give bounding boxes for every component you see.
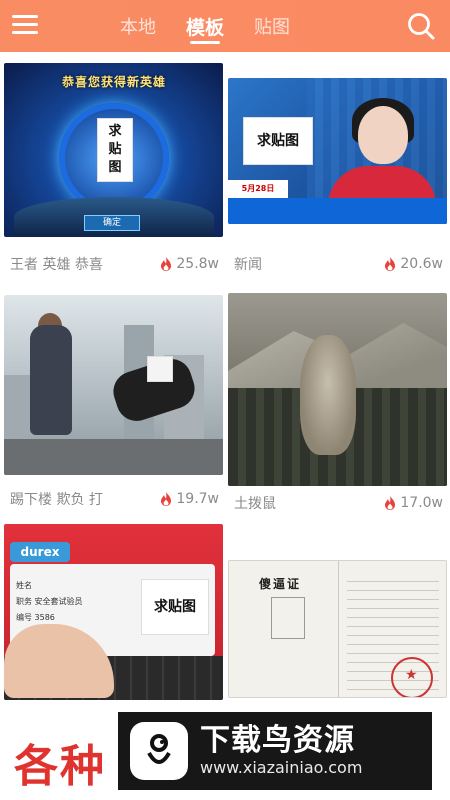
template-thumbnail[interactable]: 恭喜您获得新英雄 求 贴 图 确定 <box>4 63 223 237</box>
top-bar: 本地 模板 贴图 <box>0 0 450 52</box>
menu-line <box>12 31 38 34</box>
template-card[interactable]: 傻逼证 <box>228 560 447 698</box>
hot-count-value: 19.7w <box>176 491 219 507</box>
hot-count: 19.7w <box>160 491 219 507</box>
template-meta: 土拨鼠 17.0w <box>228 486 447 519</box>
template-meta: 王者 英雄 恭喜 25.8w <box>4 237 223 291</box>
template-card[interactable]: durex 姓名 职务 安全套试验员 编号 3586 求贴图 <box>4 524 223 700</box>
bird-logo-icon <box>130 722 188 780</box>
search-icon[interactable] <box>406 11 436 41</box>
hot-count-value: 20.6w <box>400 256 443 272</box>
certificate-title: 傻逼证 <box>259 577 302 591</box>
template-title: 踢下楼 欺负 打 <box>10 492 103 508</box>
thumbnail-ok-text: 确定 <box>84 215 140 231</box>
hot-count-value: 17.0w <box>400 494 443 511</box>
thumbnail-banner-text: 恭喜您获得新英雄 <box>61 75 166 89</box>
template-thumbnail[interactable]: 傻逼证 <box>228 560 447 698</box>
section-title: 各种 <box>14 741 106 792</box>
sticker-placeholder: 求贴图 <box>142 580 208 634</box>
template-thumbnail[interactable] <box>4 295 223 475</box>
news-lower-third <box>228 198 447 224</box>
tab-templates[interactable]: 模板 <box>186 0 224 52</box>
menu-line <box>12 23 38 26</box>
template-title: 王者 英雄 恭喜 <box>10 257 103 273</box>
menu-icon[interactable] <box>12 15 38 37</box>
hot-count-value: 25.8w <box>176 256 219 272</box>
template-thumbnail[interactable] <box>228 293 447 486</box>
watermark-title: 下载鸟资源 <box>200 723 355 758</box>
news-ticker: 5月28日 <box>228 180 288 198</box>
flame-icon <box>385 495 396 510</box>
template-card[interactable]: 土拨鼠 17.0w <box>228 293 447 519</box>
watermark-url: www.xiazainiao.com <box>200 758 363 777</box>
sticker-placeholder: 求 贴 图 <box>98 119 132 181</box>
watermark-text: 下载鸟资源 www.xiazainiao.com <box>200 724 362 778</box>
photo-box <box>271 597 305 639</box>
rooftop <box>4 439 223 475</box>
watermark-banner: 下载鸟资源 www.xiazainiao.com <box>118 712 432 790</box>
hot-count: 25.8w <box>160 256 219 272</box>
sticker-placeholder: 求贴图 <box>244 118 312 164</box>
card-row: 姓名 <box>16 581 32 590</box>
template-card[interactable]: 求贴图 5月28日 新闻 20.6w <box>228 78 447 304</box>
brand-label: durex <box>10 542 70 562</box>
hot-count: 17.0w <box>384 495 443 511</box>
flame-icon <box>161 257 172 271</box>
hot-count: 20.6w <box>384 256 443 272</box>
template-thumbnail[interactable]: durex 姓名 职务 安全套试验员 编号 3586 求贴图 <box>4 524 223 700</box>
sticker-placeholder <box>148 357 172 381</box>
kicker-body <box>30 325 72 435</box>
marmot <box>300 335 356 455</box>
tab-stickers[interactable]: 贴图 <box>254 0 290 52</box>
tab-bar: 本地 模板 贴图 <box>120 0 290 52</box>
template-thumbnail[interactable]: 求贴图 5月28日 <box>228 78 447 224</box>
template-card[interactable]: 踢下楼 欺负 打 19.7w <box>4 295 223 523</box>
template-title: 新闻 <box>234 257 262 273</box>
flame-icon <box>161 492 172 506</box>
seal-stamp <box>391 657 433 697</box>
anchor-face <box>358 106 408 164</box>
bird-logo-glyph <box>147 734 171 764</box>
template-meta: 新闻 20.6w <box>228 224 447 304</box>
tab-local[interactable]: 本地 <box>120 0 156 52</box>
menu-line <box>12 15 38 18</box>
flame-icon <box>385 257 396 271</box>
card-row: 职务 安全套试验员 <box>16 597 83 606</box>
certificate-fold <box>338 561 339 697</box>
card-row: 编号 3586 <box>16 613 55 622</box>
template-card[interactable]: 恭喜您获得新英雄 求 贴 图 确定 王者 英雄 恭喜 25.8w <box>4 63 223 291</box>
template-meta: 踢下楼 欺负 打 19.7w <box>4 475 223 523</box>
template-title: 土拨鼠 <box>234 495 276 512</box>
